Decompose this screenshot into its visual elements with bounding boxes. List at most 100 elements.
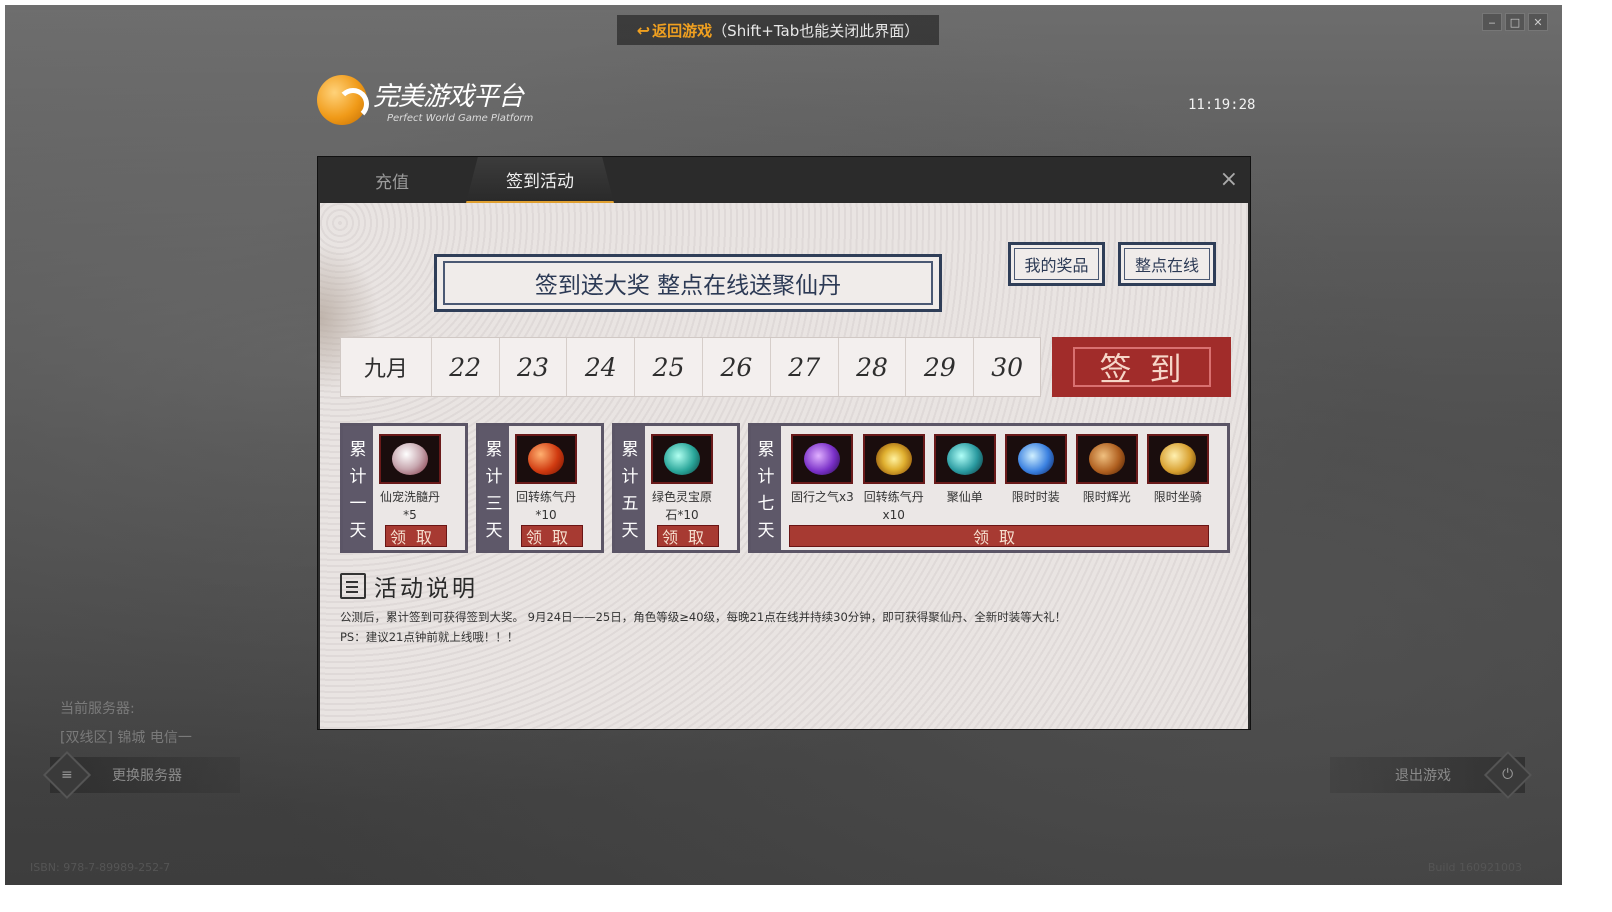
description-title: 活动说明 [374, 576, 478, 602]
reward-day-5: 累 计 五 天 绿色灵宝原 石*10 领取 [612, 423, 740, 553]
claim-button-day-5[interactable]: 领取 [657, 525, 719, 547]
my-prizes-button[interactable]: 我的奖品 [1008, 242, 1105, 286]
side-char: 五 [621, 494, 639, 514]
gold-bag-icon [1146, 434, 1209, 484]
reward-side-label: 累 计 三 天 [479, 426, 509, 550]
reward-side-label: 累 计 七 天 [751, 426, 781, 550]
shortcut-hint: （Shift+Tab也能关闭此界面） [712, 21, 920, 40]
calendar-day: 25 [635, 338, 703, 396]
side-char: 计 [485, 467, 503, 487]
reward-item-label: 限时时装 [1011, 490, 1060, 504]
reward-items: 回转练气丹 *10 [515, 434, 577, 524]
platform-logo: 完美游戏平台 Perfect World Game Platform [317, 75, 533, 125]
green-stone-icon [651, 434, 713, 484]
hourly-online-button[interactable]: 整点在线 [1118, 242, 1216, 286]
claim-button-day-1[interactable]: 领取 [385, 525, 447, 547]
teal-gem-icon [933, 434, 996, 484]
side-char: 累 [757, 440, 775, 460]
reward-side-label: 累 计 五 天 [615, 426, 645, 550]
return-arrow-icon: ↩ [636, 20, 651, 40]
isbn-text: ISBN: 978-7-89989-252-7 [30, 861, 171, 874]
activity-banner: 签到送大奖 整点在线送聚仙丹 [434, 254, 942, 312]
reward-item-label: 固行之气x3 [791, 490, 854, 504]
calendar-day: 27 [771, 338, 839, 396]
reward-item[interactable]: 回转练气丹 x10 [862, 434, 925, 524]
reward-item-label: 回转练气丹 *10 [515, 490, 576, 522]
calendar-day: 23 [500, 338, 568, 396]
blue-orb-icon [1004, 434, 1067, 484]
minimize-icon[interactable]: ‒ [1482, 13, 1502, 31]
return-game-link[interactable]: ↩ 返回游戏 [637, 20, 712, 41]
signin-label: 签到 [1072, 347, 1211, 388]
claim-button-day-3[interactable]: 领取 [521, 525, 583, 547]
reward-item-label: 聚仙单 [946, 490, 983, 504]
exit-game-label: 退出游戏 [1395, 768, 1451, 784]
server-switch-icon: ≡ [42, 750, 92, 800]
calendar-day: 22 [432, 338, 500, 396]
reward-item[interactable]: 限时辉光 [1075, 434, 1138, 524]
reward-item-label: 回转练气丹 x10 [863, 490, 924, 522]
return-game-label: 返回游戏 [652, 21, 713, 40]
red-orb-icon [515, 434, 577, 484]
signin-panel: 签到送大奖 整点在线送聚仙丹 我的奖品 整点在线 九月 22 23 24 25 … [320, 203, 1248, 729]
window-controls: ‒ □ ✕ [1482, 13, 1548, 31]
side-char: 累 [349, 440, 367, 460]
reward-item[interactable]: 绿色灵宝原 石*10 [651, 434, 713, 524]
activity-dialog: 充值 签到活动 × 签到送大奖 整点在线送聚仙丹 我的奖品 整点在线 九月 22… [317, 156, 1251, 730]
side-char: 三 [485, 494, 503, 514]
reward-item-label: 仙宠洗髓丹 *5 [379, 490, 440, 522]
pet-pill-icon [379, 434, 441, 484]
reward-item[interactable]: 仙宠洗髓丹 *5 [379, 434, 441, 524]
reward-day-3: 累 计 三 天 回转练气丹 *10 领取 [476, 423, 604, 553]
reward-item[interactable]: 限时坐骑 [1146, 434, 1209, 524]
side-char: 一 [349, 494, 367, 514]
reward-day-7: 累 计 七 天 固行之气x3 回转练气丹 x10 聚仙单 限时时装 限时辉光 限… [748, 423, 1230, 553]
brown-bag-icon [1075, 434, 1138, 484]
close-icon[interactable]: ✕ [1528, 13, 1548, 31]
reward-items: 仙宠洗髓丹 *5 [379, 434, 441, 524]
signin-button[interactable]: 签到 [1052, 337, 1231, 397]
hourly-online-label: 整点在线 [1124, 248, 1210, 280]
logo-main-text: 完美游戏平台 [373, 82, 524, 112]
side-char: 天 [349, 521, 367, 541]
current-server-name: [双线区] 锦城 电信一 [60, 730, 192, 746]
current-server-label: 当前服务器: [60, 701, 135, 717]
calendar-day: 26 [703, 338, 771, 396]
reward-item[interactable]: 固行之气x3 [791, 434, 854, 524]
exit-game-button[interactable]: 退出游戏 ⏻ [1330, 750, 1533, 800]
calendar-day: 30 [991, 352, 1024, 382]
reward-day-1: 累 计 一 天 仙宠洗髓丹 *5 领取 [340, 423, 468, 553]
reward-item[interactable]: 回转练气丹 *10 [515, 434, 577, 524]
description-ps: PS：建议21点钟前就上线哦！！！ [340, 630, 519, 644]
description-header: 活动说明 [340, 569, 478, 603]
maximize-icon[interactable]: □ [1505, 13, 1525, 31]
side-char: 累 [485, 440, 503, 460]
side-char: 天 [757, 521, 775, 541]
logo-mark-icon [317, 75, 369, 125]
side-char: 计 [757, 467, 775, 487]
reward-item[interactable]: 聚仙单 [933, 434, 996, 524]
reward-items: 绿色灵宝原 石*10 [651, 434, 713, 524]
reward-side-label: 累 计 一 天 [343, 426, 373, 550]
note-icon [340, 573, 366, 599]
game-window: ↩ 返回游戏 （Shift+Tab也能关闭此界面） ‒ □ ✕ 完美游戏平台 P… [5, 5, 1562, 885]
dialog-close-icon[interactable]: × [1220, 167, 1238, 192]
return-game-bar[interactable]: ↩ 返回游戏 （Shift+Tab也能关闭此界面） [617, 15, 939, 45]
claim-button-day-7[interactable]: 领取 [789, 525, 1209, 547]
side-char: 天 [621, 521, 639, 541]
reward-item[interactable]: 限时时装 [1004, 434, 1067, 524]
reward-items: 固行之气x3 回转练气丹 x10 聚仙单 限时时装 限时辉光 限时坐骑 [791, 434, 1209, 524]
tab-recharge[interactable]: 充值 [318, 157, 466, 203]
calendar-day: 29 [906, 338, 975, 396]
side-char: 计 [349, 467, 367, 487]
change-server-button[interactable]: ≡ 更换服务器 [42, 750, 240, 800]
banner-text: 签到送大奖 整点在线送聚仙丹 [443, 261, 933, 305]
tab-signin-activity[interactable]: 签到活动 [466, 157, 614, 203]
logo-sub-text: Perfect World Game Platform [387, 113, 534, 124]
side-char: 计 [621, 467, 639, 487]
power-icon: ⏻ [1483, 750, 1533, 800]
description-text: 公测后，累计签到可获得签到大奖。 9月24日——25日，角色等级≥40级，每晚2… [340, 610, 1067, 624]
calendar-day: 28 [839, 338, 907, 396]
side-char: 天 [485, 521, 503, 541]
change-server-label: 更换服务器 [112, 768, 182, 784]
